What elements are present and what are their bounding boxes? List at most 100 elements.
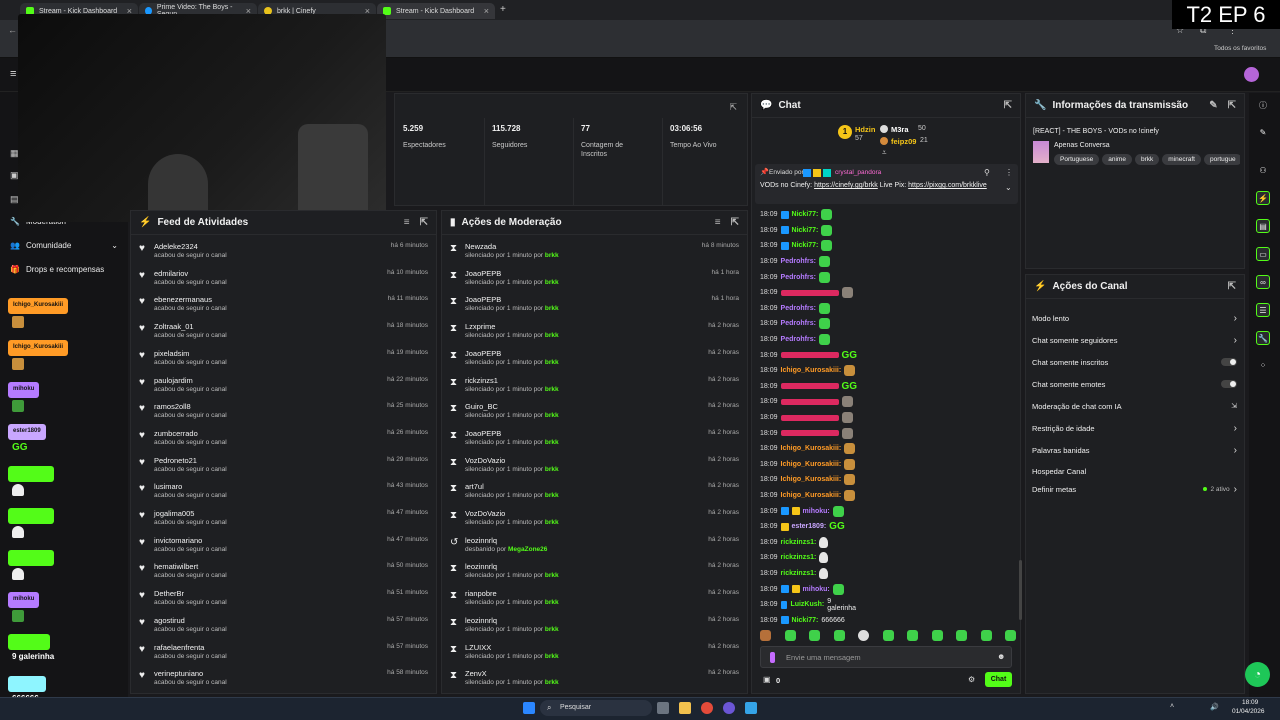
chat-message[interactable]: 18:09 Ichigo_Kurosakiii:	[760, 363, 856, 379]
popout-icon[interactable]: ⇱	[420, 217, 428, 228]
chat-message[interactable]: 18:09 Ichigo_Kurosakiii:	[760, 457, 856, 473]
app-icon[interactable]	[745, 702, 757, 714]
emote-icon[interactable]	[833, 630, 845, 641]
activity-item[interactable]: ♥ Pedroneto21 acabou de seguir o canal há 2…	[131, 452, 436, 479]
activity-item[interactable]: ♥ rafaelaenfrenta acabou de seguir o canal…	[131, 639, 436, 666]
activity-item[interactable]: ♥ ramos2oll8 acabou de seguir o canal há 25…	[131, 398, 436, 425]
moderation-item[interactable]: ⧗ Lzxprime silenciado por 1 minuto por brk…	[442, 318, 747, 345]
emote-icon[interactable]	[784, 630, 796, 641]
activity-user[interactable]: jogalima005	[154, 509, 194, 518]
moderator-name[interactable]: brkk	[545, 653, 559, 660]
browser-tab-4[interactable]: Stream - Kick Dashboard ×	[377, 3, 495, 19]
chat-message[interactable]: 18:09 Ichigo_Kurosakiii:	[760, 488, 856, 504]
chat-message[interactable]: 18:09 Pedrohfrs:	[760, 301, 830, 317]
moderated-user[interactable]: JoaoPEPB	[465, 429, 501, 438]
taskbar-search[interactable]: ⌕ Pesquisar	[540, 700, 652, 716]
moderation-item[interactable]: ⧗ VozDoVazio silenciado por 1 minuto por b…	[442, 452, 747, 479]
emote-icon[interactable]	[956, 630, 967, 641]
chat-username[interactable]: Ichigo_Kurosakiii:	[781, 367, 842, 374]
activity-item[interactable]: ♥ lusimaro acabou de seguir o canal há 43 m…	[131, 478, 436, 505]
microphone-icon[interactable]	[770, 652, 775, 663]
toggle-switch[interactable]	[1221, 358, 1237, 366]
activity-user[interactable]: edmilariov	[154, 269, 188, 278]
emote-icon[interactable]	[760, 630, 771, 641]
send-chat-button[interactable]: Chat	[985, 672, 1012, 687]
all-bookmarks-link[interactable]: Todos os favoritos	[1214, 45, 1266, 52]
wrench-icon[interactable]: 🔧	[1256, 331, 1270, 345]
moderation-item[interactable]: ⧗ JoaoPEPB silenciado por 1 minuto por brk…	[442, 291, 747, 318]
moderator-icon[interactable]: ☰	[1256, 303, 1270, 317]
bolt-icon[interactable]: ⚡	[1256, 191, 1270, 205]
chat-message[interactable]: 18:09 Pedrohfrs:	[760, 316, 830, 332]
task-view-icon[interactable]	[657, 702, 669, 714]
channel-action-6[interactable]: Restrição de idade ›	[1032, 417, 1237, 439]
channel-action-9[interactable]: Definir metas 2 ativo ›	[1032, 478, 1237, 500]
chat-username[interactable]: LuizKush:	[790, 601, 824, 608]
channel-action-control[interactable]: 2 ativo ›	[1202, 484, 1237, 495]
moderator-name[interactable]: brkk	[545, 252, 559, 259]
chevron-up-icon[interactable]: ˄	[1170, 703, 1174, 710]
moderated-user[interactable]: rickzinzs1	[465, 376, 498, 385]
channel-action-control[interactable]: ⇲	[1231, 402, 1237, 410]
channel-action-2[interactable]: Chat somente seguidores ›	[1032, 329, 1237, 351]
avatar[interactable]	[1244, 67, 1259, 82]
moderator-name[interactable]: brkk	[545, 626, 559, 633]
activity-item[interactable]: ♥ DetherBr acabou de seguir o canal há 51 m…	[131, 585, 436, 612]
moderated-user[interactable]: leozinnrlq	[465, 562, 497, 571]
moderation-item[interactable]: ⧗ JoaoPEPB silenciado por 1 minuto por brk…	[442, 425, 747, 452]
chat-scrollbar[interactable]	[1019, 560, 1022, 620]
popout-icon[interactable]: ⇱	[729, 102, 737, 113]
moderator-name[interactable]: brkk	[545, 439, 559, 446]
chat-input[interactable]: Envie uma mensagem ☻	[760, 646, 1012, 668]
moderation-item[interactable]: ⧗ JoaoPEPB silenciado por 1 minuto por brk…	[442, 345, 747, 372]
chat-username[interactable]: mihoku:	[803, 586, 830, 593]
emote-icon[interactable]	[858, 630, 869, 641]
moderation-item[interactable]: ⧗ JoaoPEPB silenciado por 1 minuto por brk…	[442, 265, 747, 292]
channel-action-7[interactable]: Palavras banidas ›	[1032, 439, 1237, 461]
chat-username[interactable]: Ichigo_Kurosakiii:	[781, 492, 842, 499]
chat-message[interactable]: 18:09 rickzinzs1:	[760, 550, 829, 566]
moderator-name[interactable]: brkk	[545, 305, 559, 312]
moderated-user[interactable]: Guiro_BC	[465, 402, 498, 411]
activity-user[interactable]: verineptuniano	[154, 669, 203, 678]
apps-icon[interactable]: ⁘	[1256, 359, 1270, 373]
chat-username[interactable]: ester1809:	[792, 523, 827, 530]
filter-icon[interactable]: ≡	[715, 217, 721, 228]
moderation-item[interactable]: ↺ leozinnrlq desbanido por MegaZone26 há 2 …	[442, 532, 747, 559]
moderated-user[interactable]: ZenvX	[465, 669, 487, 678]
moderation-item[interactable]: ⧗ rickzinzs1 silenciado por 1 minuto por b…	[442, 372, 747, 399]
chat-message[interactable]: 18:09	[760, 425, 853, 441]
moderator-name[interactable]: brkk	[545, 492, 559, 499]
chat-username[interactable]: Ichigo_Kurosakiii:	[781, 476, 842, 483]
chat-username[interactable]: mihoku:	[803, 508, 830, 515]
chat-message[interactable]: 18:09 mihoku:	[760, 503, 844, 519]
chat-message[interactable]: 18:09 Nicki77:	[760, 223, 833, 239]
moderated-user[interactable]: VozDoVazio	[465, 509, 505, 518]
chat-message[interactable]: 18:09 Ichigo_Kurosakiii:	[760, 441, 856, 457]
popout-icon[interactable]: ⇱	[1228, 281, 1236, 292]
moderator-name[interactable]: brkk	[545, 359, 559, 366]
emote-icon[interactable]	[1005, 630, 1016, 641]
emote-icon[interactable]	[809, 630, 820, 641]
activity-user[interactable]: lusimaro	[154, 482, 182, 491]
chat-message[interactable]: 18:09 Pedrohfrs:	[760, 332, 830, 348]
chevron-down-icon[interactable]: ⩡	[882, 148, 887, 158]
chat-message[interactable]: 18:09	[760, 394, 853, 410]
channel-action-3[interactable]: Chat somente inscritos	[1032, 351, 1237, 373]
chat-username[interactable]: Nicki77:	[792, 617, 819, 624]
pinned-link[interactable]: https://pixgg.com/brkklive	[908, 182, 987, 189]
file-explorer-icon[interactable]	[679, 702, 691, 714]
chat-message[interactable]: 18:09 Nicki77:	[760, 238, 833, 254]
moderation-item[interactable]: ⧗ LZUIXX silenciado por 1 minuto por brkk h…	[442, 639, 747, 666]
moderated-user[interactable]: VozDoVazio	[465, 456, 505, 465]
moderated-user[interactable]: LZUIXX	[465, 643, 491, 652]
bot-icon[interactable]: ⚇	[1256, 164, 1270, 178]
activity-item[interactable]: ♥ ebenezermanaus acabou de seguir o canal h…	[131, 291, 436, 318]
clipboard-icon[interactable]: ▤	[1256, 219, 1270, 233]
chat-username[interactable]: Pedrohfrs:	[781, 274, 816, 281]
activity-item[interactable]: ♥ Zoltraak_01 acabou de seguir o canal há 1…	[131, 318, 436, 345]
moderation-item[interactable]: ⧗ ZenvX silenciado por 1 minuto por brkk há…	[442, 665, 747, 692]
channel-action-5[interactable]: Moderação de chat com IA ⇲	[1032, 395, 1237, 417]
chat-message[interactable]: 18:09 rickzinzs1:	[760, 566, 829, 582]
moderator-name[interactable]: brkk	[545, 466, 559, 473]
